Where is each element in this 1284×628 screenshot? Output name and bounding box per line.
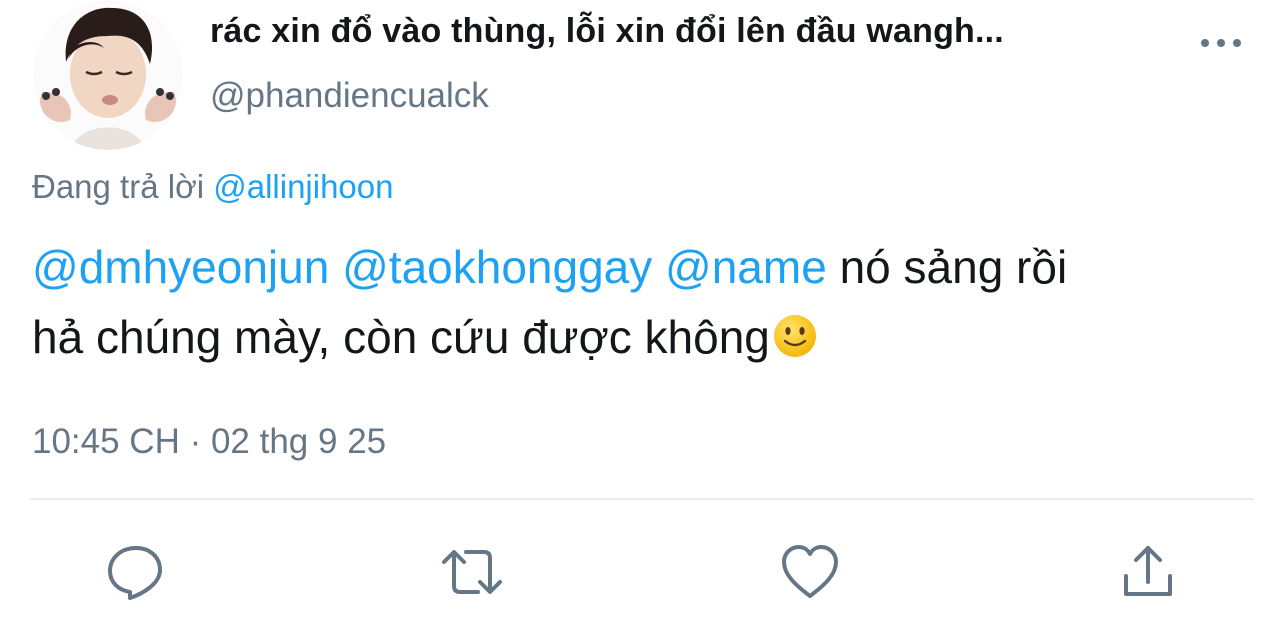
reply-context: Đang trả lời @allinjihoon [32, 168, 394, 206]
retweet-button[interactable] [440, 540, 504, 604]
avatar[interactable] [32, 0, 184, 150]
mention-link[interactable]: @name [665, 241, 827, 293]
user-handle[interactable]: @phandiencualck [210, 76, 489, 116]
like-icon [782, 545, 838, 598]
divider [30, 498, 1254, 500]
share-button[interactable] [1116, 540, 1180, 604]
tweet-body-line2: hả chúng mày, còn cứu được không [32, 311, 770, 363]
more-icon [1201, 39, 1241, 47]
reply-to-link[interactable]: @allinjihoon [213, 168, 393, 205]
tweet-text: @dmhyeonjun @taokhonggay @name nó sảng r… [32, 232, 1252, 372]
retweet-icon [442, 550, 502, 594]
tweet-body-line1: nó sảng rồi [839, 241, 1068, 293]
share-icon [1124, 546, 1172, 596]
tweet-timestamp[interactable]: 10:45 CH · 02 thg 9 25 [32, 422, 386, 462]
reply-button[interactable] [104, 540, 168, 604]
like-button[interactable] [778, 540, 842, 604]
slightly-smiling-face-icon [773, 315, 816, 357]
display-name[interactable]: rác xin đổ vào thùng, lỗi xin đổi lên đầ… [210, 12, 1004, 51]
more-options-button[interactable] [1196, 28, 1246, 58]
reply-prefix: Đang trả lời [32, 168, 205, 205]
avatar-image [33, 0, 183, 150]
mention-link[interactable]: @dmhyeonjun [32, 241, 329, 293]
mention-link[interactable]: @taokhonggay [342, 241, 652, 293]
reply-icon [108, 546, 162, 600]
